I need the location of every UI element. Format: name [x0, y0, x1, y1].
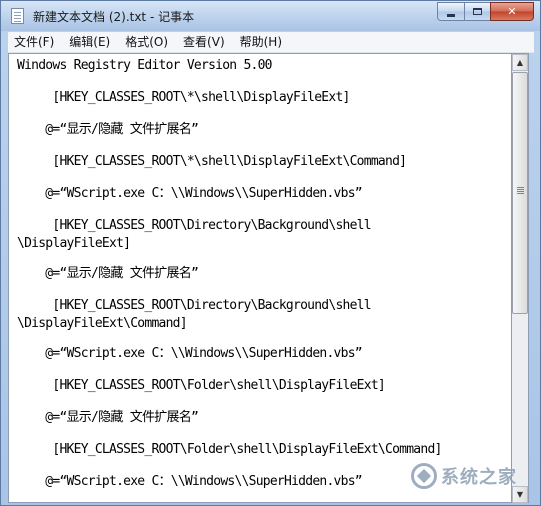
menu-bar: 文件(F) 编辑(E) 格式(O) 查看(V) 帮助(H): [8, 32, 534, 53]
menu-file[interactable]: 文件(F): [8, 32, 60, 52]
window-title: 新建文本文档 (2).txt - 记事本: [33, 10, 195, 24]
vertical-scrollbar[interactable]: ▲ ▼: [512, 53, 529, 503]
text-line: @=“显示/隐藏 文件扩展名”: [17, 266, 199, 281]
close-button[interactable]: ✕: [490, 2, 534, 21]
close-icon: ✕: [507, 5, 517, 18]
editor-content: Windows Registry Editor Version 5.00 [HK…: [17, 57, 442, 502]
arrow-up-icon: ▲: [516, 58, 524, 67]
text-line: [HKEY_CLASSES_ROOT\*\shell\DisplayFileEx…: [17, 90, 350, 105]
text-line: @=“WScript.exe C：\\Windows\\SuperHidden.…: [17, 474, 362, 489]
arrow-down-icon: ▼: [516, 490, 524, 499]
text-line: [HKEY_CLASSES_ROOT\Directory\Background\…: [17, 298, 372, 331]
minimize-button[interactable]: [437, 2, 464, 21]
watermark-text: 系统之家: [441, 467, 517, 488]
menu-edit[interactable]: 编辑(E): [63, 32, 116, 52]
scroll-up-button[interactable]: ▲: [512, 54, 528, 71]
notepad-icon[interactable]: [11, 8, 24, 24]
grip-icon: [517, 187, 524, 188]
watermark-logo-icon: [411, 463, 437, 489]
maximize-icon: [473, 8, 482, 15]
maximize-button[interactable]: [464, 2, 490, 21]
text-line: @=“WScript.exe C：\\Windows\\SuperHidden.…: [17, 186, 362, 201]
text-line: @=“显示/隐藏 文件扩展名”: [17, 122, 199, 137]
notepad-window: 新建文本文档 (2).txt - 记事本 ✕ 文件(F) 编辑(E) 格式(O)…: [0, 0, 541, 506]
text-line: [HKEY_CLASSES_ROOT\Folder\shell\DisplayF…: [17, 378, 385, 393]
watermark: 系统之家: [411, 463, 517, 489]
title-bar[interactable]: 新建文本文档 (2).txt - 记事本 ✕: [1, 1, 540, 31]
text-line: [HKEY_CLASSES_ROOT\*\shell\DisplayFileEx…: [17, 154, 407, 169]
scrollbar-thumb[interactable]: [512, 72, 528, 314]
text-line: @=“显示/隐藏 文件扩展名”: [17, 410, 199, 425]
text-line: @=“WScript.exe C：\\Windows\\SuperHidden.…: [17, 346, 362, 361]
minimize-icon: [447, 13, 455, 17]
menu-view[interactable]: 查看(V): [177, 32, 231, 52]
menu-help[interactable]: 帮助(H): [234, 32, 288, 52]
text-line: Windows Registry Editor Version 5.00: [17, 58, 273, 73]
text-editor[interactable]: Windows Registry Editor Version 5.00 [HK…: [8, 53, 512, 503]
caption-buttons: ✕: [437, 2, 534, 21]
text-line: [HKEY_CLASSES_ROOT\Directory\Background\…: [17, 218, 372, 251]
text-line: [HKEY_CLASSES_ROOT\Folder\shell\DisplayF…: [17, 442, 442, 457]
menu-format[interactable]: 格式(O): [119, 32, 174, 52]
